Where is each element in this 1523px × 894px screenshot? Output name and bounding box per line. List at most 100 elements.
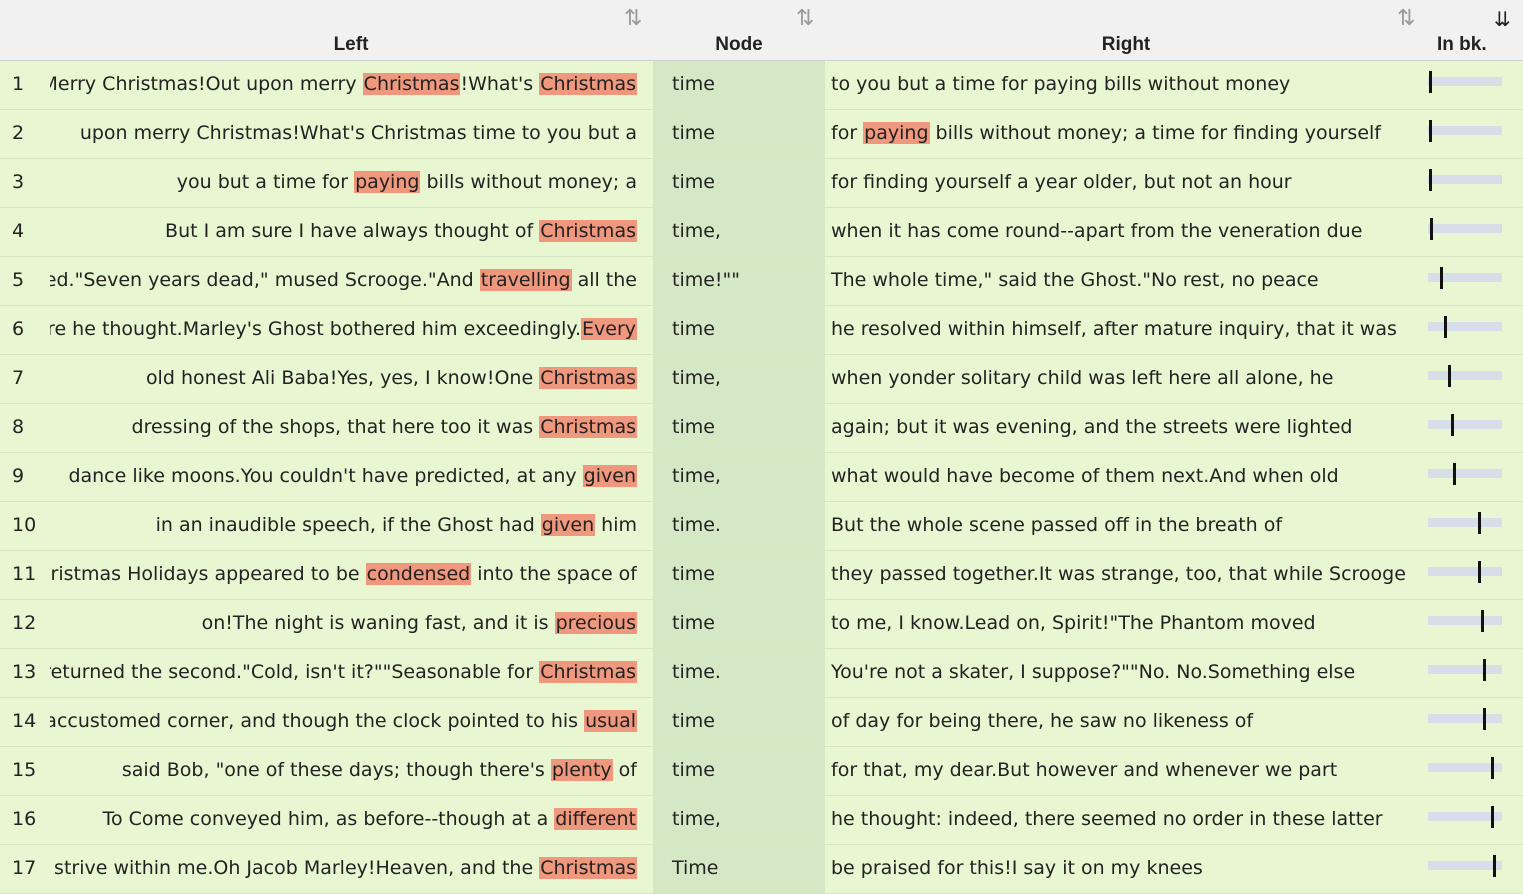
position-marker	[1491, 806, 1494, 828]
row-number: 16	[12, 808, 37, 830]
right-text: for that, my dear.But however and whenev…	[831, 759, 1338, 781]
left-context: ?Merry Christmas!Out upon merry Christma…	[50, 61, 637, 109]
right-context: for that, my dear.But however and whenev…	[831, 747, 1426, 795]
table-row[interactable]: 2 upon merry Christmas!What's Christmas t…	[0, 110, 1523, 159]
table-row[interactable]: 15 said Bob, "one of these days; though t…	[0, 747, 1523, 796]
position-track	[1428, 224, 1502, 233]
node-word: time!""	[653, 257, 825, 305]
keyword-highlight: given	[582, 465, 637, 487]
sort-arrows-icon[interactable]: ⇅	[1397, 6, 1415, 32]
right-text: to you but a time for paying bills witho…	[831, 73, 1291, 95]
node-word: time	[653, 306, 825, 354]
position-track	[1428, 77, 1502, 86]
row-number: 15	[12, 759, 37, 781]
left-context-text: dance like moons.You couldn't have predi…	[68, 465, 637, 487]
position-track	[1428, 714, 1502, 723]
table-row[interactable]: 4 But I am sure I have always thought of …	[0, 208, 1523, 257]
table-row[interactable]: 12 on!The night is waning fast, and it is…	[0, 600, 1523, 649]
position-marker	[1491, 757, 1494, 779]
left-context: hristmas Holidays appeared to be condens…	[50, 551, 637, 599]
table-row[interactable]: 9 dance like moons.You couldn't have pred…	[0, 453, 1523, 502]
column-header-bar: Left ⇅ Node ⇅ Right ⇅ In bk. ⇊	[0, 0, 1523, 61]
position-marker	[1430, 218, 1433, 240]
left-context-text: ore he thought.Marley's Ghost bothered h…	[50, 318, 637, 340]
in-book-position	[1428, 257, 1502, 305]
right-context: for finding yourself a year older, but n…	[831, 159, 1426, 207]
right-text: You're not a skater, I suppose?""No. No.…	[831, 661, 1356, 683]
column-header-left[interactable]: Left ⇅	[50, 0, 652, 60]
node-word: time	[653, 159, 825, 207]
left-context-text: returned the second."Cold, isn't it?""Se…	[50, 661, 637, 683]
sort-arrows-icon[interactable]: ⇅	[624, 6, 642, 32]
right-context: You're not a skater, I suppose?""No. No.…	[831, 649, 1426, 697]
left-context-text: ?Merry Christmas!Out upon merry Christma…	[50, 73, 637, 95]
left-context: ated."Seven years dead," mused Scrooge."…	[50, 257, 637, 305]
node-word: Time	[653, 845, 825, 893]
right-context: The whole time," said the Ghost."No rest…	[831, 257, 1426, 305]
table-row[interactable]: 14 accustomed corner, and though the cloc…	[0, 698, 1523, 747]
node-word: time	[653, 61, 825, 109]
left-text-after: bills without money; a	[420, 171, 637, 193]
left-context-text: hristmas Holidays appeared to be condens…	[50, 563, 637, 585]
row-number: 5	[12, 269, 25, 291]
left-context-text: accustomed corner, and though the clock …	[50, 710, 637, 732]
left-context: old honest Ali Baba!Yes, yes, I know!One…	[50, 355, 637, 403]
right-text: for finding yourself a year older, but n…	[831, 171, 1292, 193]
left-context-text: old honest Ali Baba!Yes, yes, I know!One…	[146, 367, 637, 389]
table-row[interactable]: 5 ated."Seven years dead," mused Scrooge.…	[0, 257, 1523, 306]
table-row[interactable]: 10 in an inaudible speech, if the Ghost h…	[0, 502, 1523, 551]
keyword-highlight: Christmas	[539, 857, 637, 879]
node-word: time.	[653, 502, 825, 550]
node-word: time,	[653, 355, 825, 403]
right-text: But the whole scene passed off in the br…	[831, 514, 1283, 536]
left-context-text: upon merry Christmas!What's Christmas ti…	[80, 122, 637, 144]
sort-descending-icon[interactable]: ⇊	[1494, 6, 1511, 32]
keyword-highlight: plenty	[550, 759, 613, 781]
table-row[interactable]: 6 ore he thought.Marley's Ghost bothered …	[0, 306, 1523, 355]
in-book-position	[1428, 796, 1502, 844]
column-title-node: Node	[715, 34, 763, 55]
column-header-node[interactable]: Node ⇅	[653, 0, 825, 60]
position-track	[1428, 861, 1502, 870]
in-book-position	[1428, 600, 1502, 648]
left-text-after: all the	[571, 269, 637, 291]
in-book-position	[1428, 453, 1502, 501]
node-word: time	[653, 404, 825, 452]
table-row[interactable]: 1 ?Merry Christmas!Out upon merry Christm…	[0, 61, 1523, 110]
right-context: when yonder solitary child was left here…	[831, 355, 1426, 403]
right-text: he resolved within himself, after mature…	[831, 318, 1397, 340]
position-track	[1428, 126, 1502, 135]
left-context-text: said Bob, "one of these days; though the…	[122, 759, 637, 781]
table-row[interactable]: 13 returned the second."Cold, isn't it?""…	[0, 649, 1523, 698]
table-row[interactable]: 8 dressing of the shops, that here too it…	[0, 404, 1523, 453]
position-track	[1428, 322, 1502, 331]
left-text-after: into the space of	[471, 563, 637, 585]
keyword-highlight: Christmas	[539, 220, 637, 242]
table-row[interactable]: 7 old honest Ali Baba!Yes, yes, I know!On…	[0, 355, 1523, 404]
keyword-highlight: paying	[863, 122, 930, 144]
position-marker	[1453, 463, 1456, 485]
keyword-highlight: Christmas	[539, 661, 637, 683]
table-row[interactable]: 11 hristmas Holidays appeared to be conde…	[0, 551, 1523, 600]
keyword-highlight: Christmas	[539, 367, 637, 389]
position-track	[1428, 616, 1502, 625]
table-row[interactable]: 16 To Come conveyed him, as before--thoug…	[0, 796, 1523, 845]
table-row[interactable]: 17 strive within me.Oh Jacob Marley!Heave…	[0, 845, 1523, 894]
column-header-right[interactable]: Right ⇅	[831, 0, 1421, 60]
in-book-position	[1428, 698, 1502, 746]
column-title-left: Left	[333, 34, 369, 55]
row-number: 6	[12, 318, 25, 340]
column-header-inbook[interactable]: In bk. ⇊	[1428, 0, 1520, 60]
keyword-highlight: precious	[554, 612, 637, 634]
table-row[interactable]: 3 you but a time for paying bills without…	[0, 159, 1523, 208]
right-context: to me, I know.Lead on, Spirit!"The Phant…	[831, 600, 1426, 648]
right-text: they passed together.It was strange, too…	[831, 563, 1406, 585]
left-text-after: !What's	[460, 73, 540, 95]
right-text: be praised for this!I say it on my knees	[831, 857, 1203, 879]
left-context-text: dressing of the shops, that here too it …	[132, 416, 637, 438]
position-marker	[1451, 414, 1454, 436]
position-track	[1428, 371, 1502, 380]
in-book-position	[1428, 845, 1502, 893]
sort-arrows-icon[interactable]: ⇅	[796, 6, 814, 32]
row-number: 4	[12, 220, 25, 242]
